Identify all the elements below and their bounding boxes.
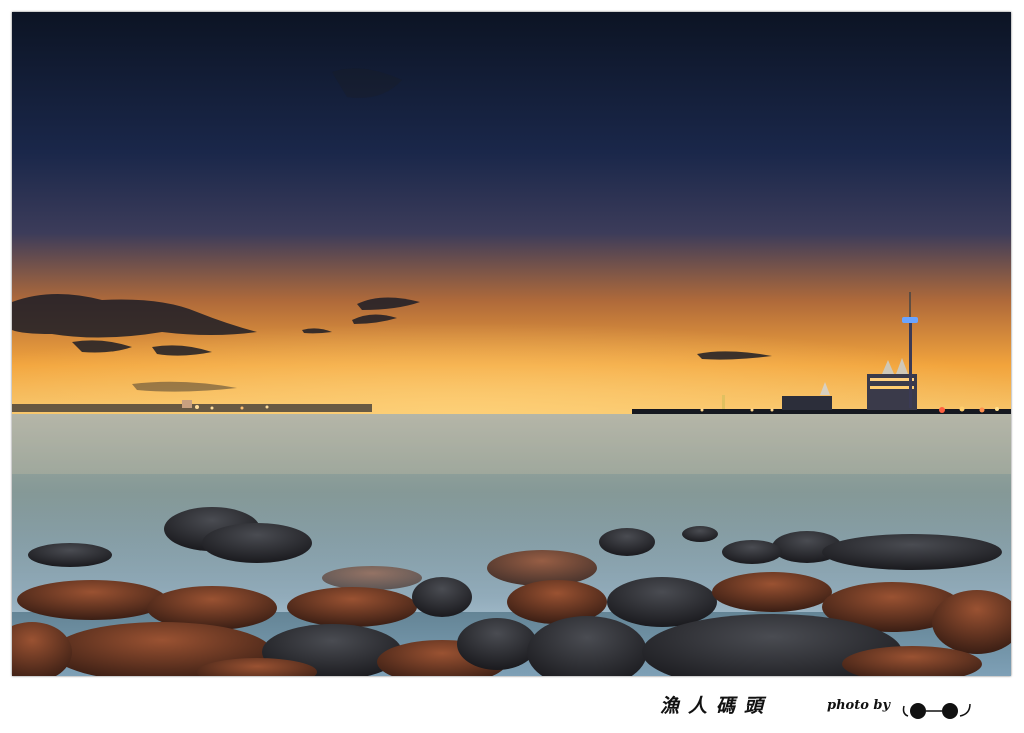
photo-title: 漁人碼頭 [660,695,773,717]
photo-frame: 漁人碼頭 photo by [0,0,1024,733]
photo-credit: photo by [827,698,891,713]
sunset-photo [12,12,1011,676]
eyes-signature-icon [902,703,971,719]
